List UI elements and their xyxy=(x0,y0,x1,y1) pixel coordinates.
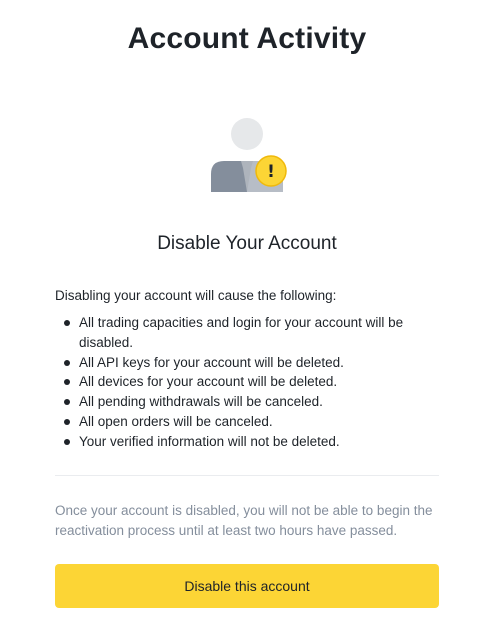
disable-account-button[interactable]: Disable this account xyxy=(55,564,439,608)
intro-text: Disabling your account will cause the fo… xyxy=(55,288,337,303)
list-item: All trading capacities and login for you… xyxy=(55,313,440,353)
warning-badge-glyph: ! xyxy=(267,162,275,182)
section-title: Disable Your Account xyxy=(157,233,337,254)
list-item: All devices for your account will be del… xyxy=(55,372,440,392)
consequence-list: All trading capacities and login for you… xyxy=(55,313,440,452)
bullet-icon xyxy=(64,438,70,445)
page-title: Account Activity xyxy=(127,22,367,55)
list-item-text: All open orders will be canceled. xyxy=(79,413,273,429)
bullet-icon xyxy=(64,399,70,406)
list-item: Your verified information will not be de… xyxy=(55,432,440,452)
list-item-text: All pending withdrawals will be canceled… xyxy=(79,394,323,410)
reactivation-notice: Once your account is disabled, you will … xyxy=(55,503,433,538)
user-warning-icon: ! xyxy=(205,116,289,194)
list-item: All API keys for your account will be de… xyxy=(55,353,440,373)
bullet-icon xyxy=(64,379,70,386)
list-item-text: Your verified information will not be de… xyxy=(79,433,340,449)
list-item-text: All trading capacities and login for you… xyxy=(79,315,404,350)
divider xyxy=(55,475,439,476)
bullet-icon xyxy=(64,359,70,366)
bullet-icon xyxy=(64,320,70,326)
list-item-text: All API keys for your account will be de… xyxy=(79,354,344,370)
list-item: All open orders will be canceled. xyxy=(55,412,440,432)
list-item-text: All devices for your account will be del… xyxy=(79,374,338,390)
list-item: All pending withdrawals will be canceled… xyxy=(55,392,440,412)
bullet-icon xyxy=(64,418,70,425)
